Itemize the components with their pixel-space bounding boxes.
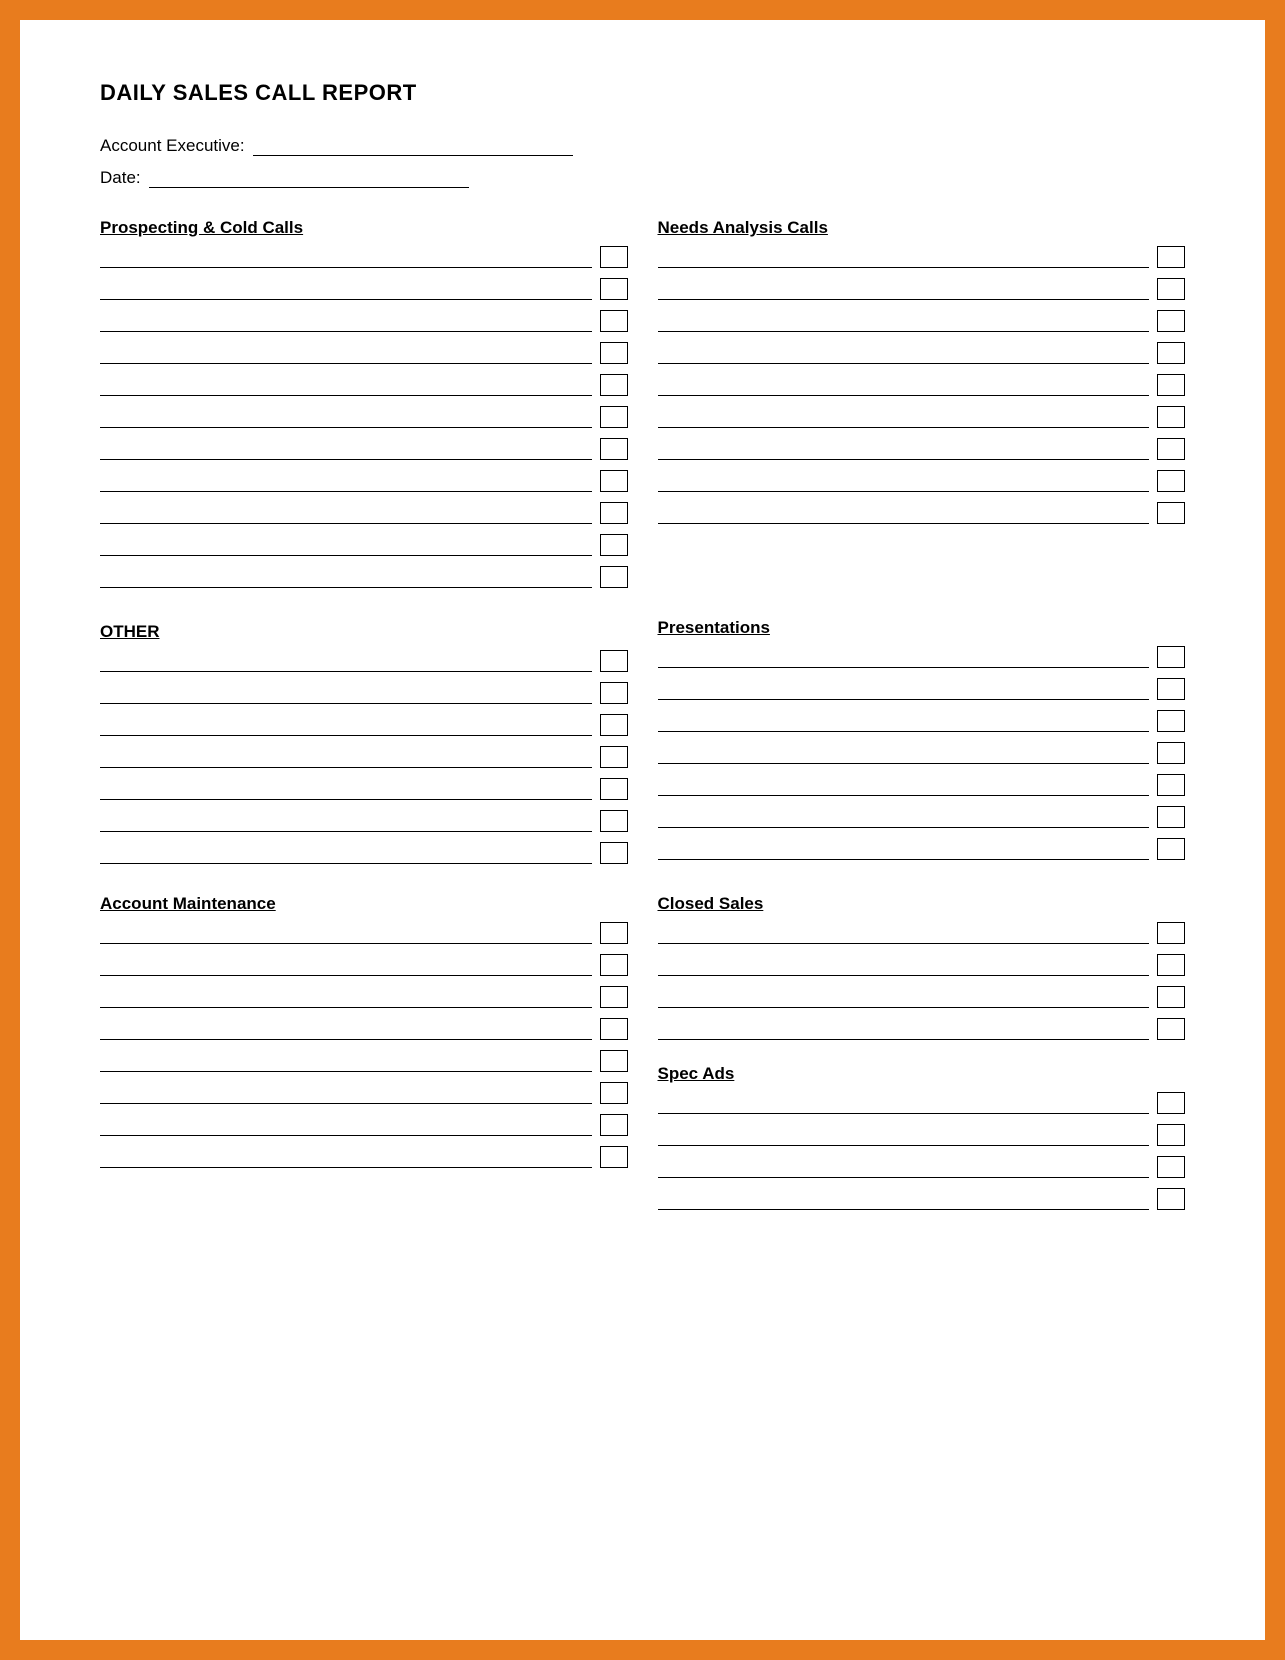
list-item xyxy=(658,838,1186,860)
list-item xyxy=(100,714,628,736)
list-item xyxy=(100,342,628,364)
list-item xyxy=(658,246,1186,268)
middle-two-col-row: OTHER Presentations xyxy=(100,618,1185,874)
header-fields: Account Executive: Date: xyxy=(100,136,1185,188)
list-item xyxy=(100,566,628,588)
account-executive-field: Account Executive: xyxy=(100,136,1185,156)
list-item xyxy=(658,1188,1186,1210)
list-item xyxy=(100,374,628,396)
list-item xyxy=(100,310,628,332)
needs-analysis-calls-section: Needs Analysis Calls xyxy=(658,218,1186,598)
closed-sales-spec-ads-section: Closed Sales Spec Ads xyxy=(658,894,1186,1220)
account-executive-label: Account Executive: xyxy=(100,136,245,156)
list-item xyxy=(100,778,628,800)
list-item xyxy=(100,406,628,428)
list-item xyxy=(100,922,628,944)
list-item xyxy=(658,774,1186,796)
account-maintenance-title: Account Maintenance xyxy=(100,894,628,914)
spec-ads-title: Spec Ads xyxy=(658,1064,1186,1084)
list-item xyxy=(100,810,628,832)
account-maintenance-section: Account Maintenance xyxy=(100,894,628,1220)
needs-analysis-calls-title: Needs Analysis Calls xyxy=(658,218,1186,238)
list-item xyxy=(100,842,628,864)
page-inner: DAILY SALES CALL REPORT Account Executiv… xyxy=(18,18,1267,1642)
list-item xyxy=(100,1114,628,1136)
list-item xyxy=(658,806,1186,828)
report-title: DAILY SALES CALL REPORT xyxy=(100,80,1185,106)
list-item xyxy=(658,438,1186,460)
list-item xyxy=(100,682,628,704)
list-item xyxy=(658,986,1186,1008)
list-item xyxy=(658,278,1186,300)
page-outer: DAILY SALES CALL REPORT Account Executiv… xyxy=(0,0,1285,1660)
list-item xyxy=(100,278,628,300)
other-title: OTHER xyxy=(100,622,628,642)
list-item xyxy=(658,1156,1186,1178)
list-item xyxy=(100,502,628,524)
list-item xyxy=(100,954,628,976)
date-label: Date: xyxy=(100,168,141,188)
list-item xyxy=(658,646,1186,668)
list-item xyxy=(100,438,628,460)
list-item xyxy=(658,342,1186,364)
list-item xyxy=(658,310,1186,332)
list-item xyxy=(658,742,1186,764)
other-section: OTHER xyxy=(100,618,628,874)
presentations-section: Presentations xyxy=(658,618,1186,874)
list-item xyxy=(100,650,628,672)
list-item xyxy=(658,470,1186,492)
section-gap xyxy=(658,1050,1186,1064)
prospecting-cold-calls-section: Prospecting & Cold Calls xyxy=(100,218,628,598)
date-field: Date: xyxy=(100,168,1185,188)
top-two-col-row: Prospecting & Cold Calls Needs Analysis … xyxy=(100,218,1185,598)
list-item xyxy=(100,534,628,556)
list-item xyxy=(658,710,1186,732)
list-item xyxy=(658,1124,1186,1146)
list-item xyxy=(658,1092,1186,1114)
list-item xyxy=(100,1146,628,1168)
bottom-two-col-row: Account Maintenance Closed Sales xyxy=(100,894,1185,1220)
list-item xyxy=(100,1018,628,1040)
list-item xyxy=(100,1050,628,1072)
list-item xyxy=(100,986,628,1008)
prospecting-cold-calls-title: Prospecting & Cold Calls xyxy=(100,218,628,238)
account-executive-line xyxy=(253,136,573,156)
date-line xyxy=(149,168,469,188)
presentations-title: Presentations xyxy=(658,618,1186,638)
list-item xyxy=(100,246,628,268)
list-item xyxy=(100,470,628,492)
list-item xyxy=(658,502,1186,524)
list-item xyxy=(658,922,1186,944)
list-item xyxy=(658,374,1186,396)
list-item xyxy=(658,954,1186,976)
list-item xyxy=(658,678,1186,700)
list-item xyxy=(100,746,628,768)
list-item xyxy=(658,406,1186,428)
list-item xyxy=(100,1082,628,1104)
closed-sales-title: Closed Sales xyxy=(658,894,1186,914)
list-item xyxy=(658,1018,1186,1040)
